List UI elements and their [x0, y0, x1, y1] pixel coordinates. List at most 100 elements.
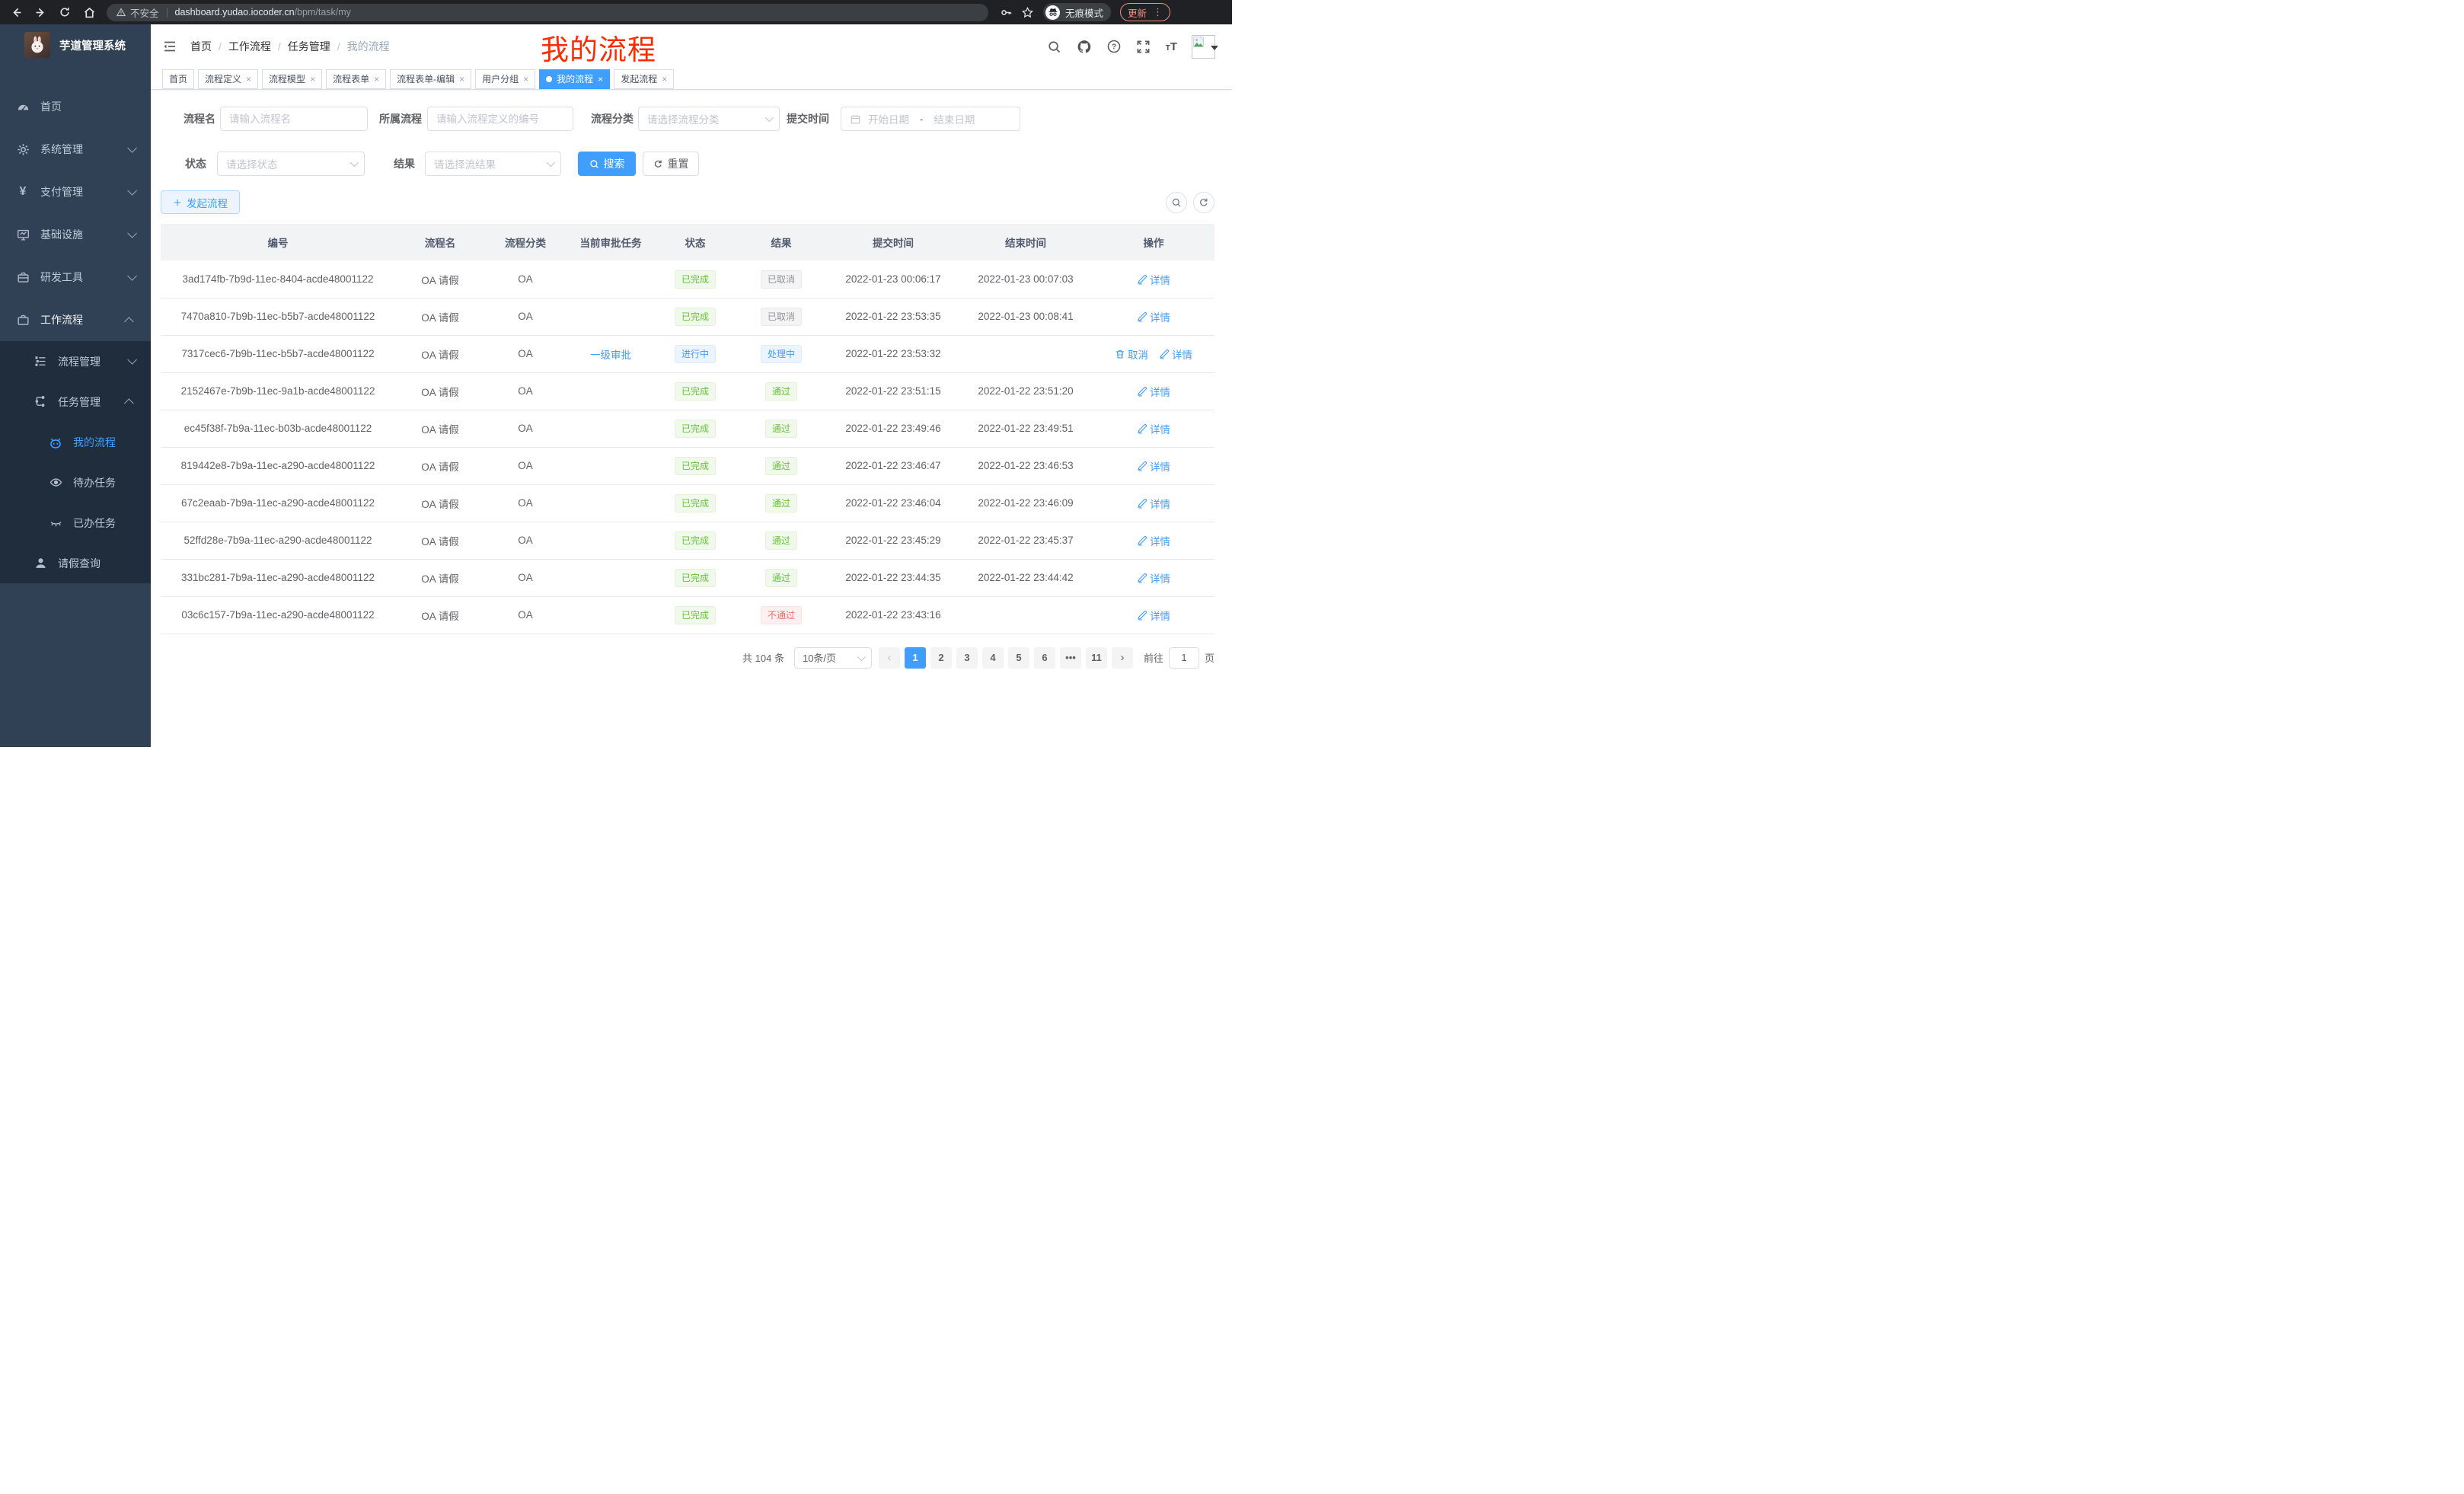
- tab-close-icon[interactable]: ×: [662, 74, 667, 85]
- browser-menu-icon[interactable]: ⋮: [1153, 6, 1163, 18]
- back-icon[interactable]: [9, 5, 23, 19]
- detail-action-link[interactable]: 详情: [1159, 346, 1192, 362]
- cell-status: 已完成: [656, 447, 735, 484]
- detail-action-link[interactable]: 详情: [1137, 309, 1170, 324]
- search-button[interactable]: 搜索: [578, 152, 636, 176]
- goto-suffix: 页: [1205, 650, 1214, 665]
- detail-action-link[interactable]: 详情: [1137, 533, 1170, 548]
- next-page-button[interactable]: ›: [1112, 647, 1133, 669]
- date-range-picker[interactable]: 开始日期 - 结束日期: [841, 107, 1020, 131]
- sidebar-item-2[interactable]: ¥支付管理: [0, 171, 151, 213]
- detail-action-link[interactable]: 详情: [1137, 272, 1170, 287]
- result-select[interactable]: 请选择流结果: [425, 152, 561, 176]
- chevron-down-icon: [350, 158, 359, 167]
- page-button-3[interactable]: 3: [956, 647, 978, 669]
- tab-7[interactable]: 发起流程×: [614, 69, 674, 89]
- tab-1[interactable]: 流程定义×: [198, 69, 258, 89]
- task-link[interactable]: 一级审批: [590, 350, 631, 361]
- sidebar-item-11[interactable]: 请假查询: [0, 543, 151, 583]
- page-button-2[interactable]: 2: [930, 647, 952, 669]
- table-refresh-icon[interactable]: [1193, 192, 1214, 213]
- table-search-toggle-icon[interactable]: [1166, 192, 1187, 213]
- reset-button[interactable]: 重置: [643, 152, 699, 176]
- breadcrumb-item-0[interactable]: 首页: [190, 39, 212, 54]
- tab-6[interactable]: 我的流程×: [539, 69, 610, 89]
- detail-action-link[interactable]: 详情: [1137, 608, 1170, 623]
- tab-5[interactable]: 用户分组×: [475, 69, 535, 89]
- sidebar-item-4[interactable]: 研发工具: [0, 256, 151, 298]
- sidebar-item-8[interactable]: 我的流程: [0, 422, 151, 462]
- sidebar-item-3[interactable]: 基础设施: [0, 213, 151, 256]
- url-bar[interactable]: 不安全 dashboard.yudao.iocoder.cn/bpm/task/…: [107, 4, 988, 21]
- home-icon[interactable]: [82, 5, 96, 19]
- fullscreen-icon[interactable]: [1136, 39, 1151, 54]
- more-pages-button[interactable]: •••: [1060, 647, 1081, 669]
- page-button-4[interactable]: 4: [982, 647, 1004, 669]
- hamburger-icon[interactable]: [162, 39, 177, 54]
- avatar-caret-icon[interactable]: [1211, 46, 1218, 50]
- create-process-button[interactable]: 发起流程: [161, 190, 240, 214]
- process-def-input[interactable]: [427, 107, 573, 131]
- page-size-select[interactable]: 10条/页: [794, 647, 872, 669]
- annotation-overlay: 我的流程: [541, 27, 656, 68]
- page-button-11[interactable]: 11: [1086, 647, 1107, 669]
- key-icon[interactable]: [999, 5, 1013, 19]
- sidebar-item-10[interactable]: 已办任务: [0, 503, 151, 543]
- cell-category: OA: [485, 410, 566, 447]
- sidebar-item-6[interactable]: 流程管理: [0, 341, 151, 381]
- page-button-1[interactable]: 1: [905, 647, 926, 669]
- detail-action-link[interactable]: 详情: [1137, 421, 1170, 436]
- forward-icon[interactable]: [34, 5, 47, 19]
- bookmark-star-icon[interactable]: [1020, 5, 1034, 19]
- tab-3[interactable]: 流程表单×: [326, 69, 386, 89]
- breadcrumb-item-1[interactable]: 工作流程: [228, 39, 271, 54]
- page-button-6[interactable]: 6: [1034, 647, 1055, 669]
- cell-end-time: 2022-01-22 23:46:09: [959, 484, 1093, 522]
- tab-close-icon[interactable]: ×: [523, 74, 528, 85]
- help-icon[interactable]: ?: [1106, 39, 1122, 54]
- process-name-input[interactable]: [220, 107, 368, 131]
- suitcase-icon: [16, 313, 30, 327]
- update-button[interactable]: 更新 ⋮: [1120, 3, 1170, 21]
- cell-category: OA: [485, 372, 566, 410]
- category-select[interactable]: 请选择流程分类: [638, 107, 780, 131]
- breadcrumb-item-2[interactable]: 任务管理: [288, 39, 330, 54]
- sidebar-logo[interactable]: 芋道管理系统: [0, 24, 151, 65]
- incognito-chip[interactable]: 无痕模式: [1043, 3, 1111, 21]
- status-badge: 已完成: [675, 606, 716, 624]
- reload-icon[interactable]: [58, 5, 72, 19]
- tab-0[interactable]: 首页: [162, 69, 194, 89]
- sidebar-item-1[interactable]: 系统管理: [0, 128, 151, 171]
- status-select[interactable]: 请选择状态: [217, 152, 365, 176]
- tab-close-icon[interactable]: ×: [598, 74, 603, 85]
- tab-close-icon[interactable]: ×: [459, 74, 464, 85]
- chevron-up-icon: [124, 398, 134, 408]
- github-icon[interactable]: [1077, 39, 1092, 54]
- page-button-5[interactable]: 5: [1008, 647, 1029, 669]
- security-indicator[interactable]: 不安全: [116, 5, 159, 20]
- cell-category: OA: [485, 447, 566, 484]
- cancel-action-link[interactable]: 取消: [1115, 346, 1148, 362]
- prev-page-button[interactable]: ‹: [879, 647, 900, 669]
- tab-2[interactable]: 流程模型×: [262, 69, 322, 89]
- font-size-icon[interactable]: TT: [1166, 40, 1177, 53]
- search-icon[interactable]: [1047, 39, 1062, 54]
- goto-page-input[interactable]: [1169, 647, 1199, 669]
- detail-action-link[interactable]: 详情: [1137, 496, 1170, 511]
- sidebar-item-0[interactable]: 首页: [0, 85, 151, 128]
- detail-action-link[interactable]: 详情: [1137, 570, 1170, 586]
- sidebar-item-9[interactable]: 待办任务: [0, 462, 151, 503]
- tab-close-icon[interactable]: ×: [374, 74, 379, 85]
- sidebar-item-7[interactable]: 任务管理: [0, 381, 151, 422]
- sidebar-item-5[interactable]: 工作流程: [0, 298, 151, 341]
- detail-action-link[interactable]: 详情: [1137, 384, 1170, 399]
- cell-submit-time: 2022-01-22 23:49:46: [828, 410, 959, 447]
- cell-id: 331bc281-7b9a-11ec-a290-acde48001122: [161, 559, 395, 596]
- detail-action-link[interactable]: 详情: [1137, 458, 1170, 474]
- tab-close-icon[interactable]: ×: [310, 74, 315, 85]
- cell-end-time: 2022-01-23 00:08:41: [959, 298, 1093, 335]
- screen: 不安全 dashboard.yudao.iocoder.cn/bpm/task/…: [0, 0, 1232, 747]
- tab-4[interactable]: 流程表单-编辑×: [390, 69, 471, 89]
- cell-status: 已完成: [656, 559, 735, 596]
- tab-close-icon[interactable]: ×: [246, 74, 251, 85]
